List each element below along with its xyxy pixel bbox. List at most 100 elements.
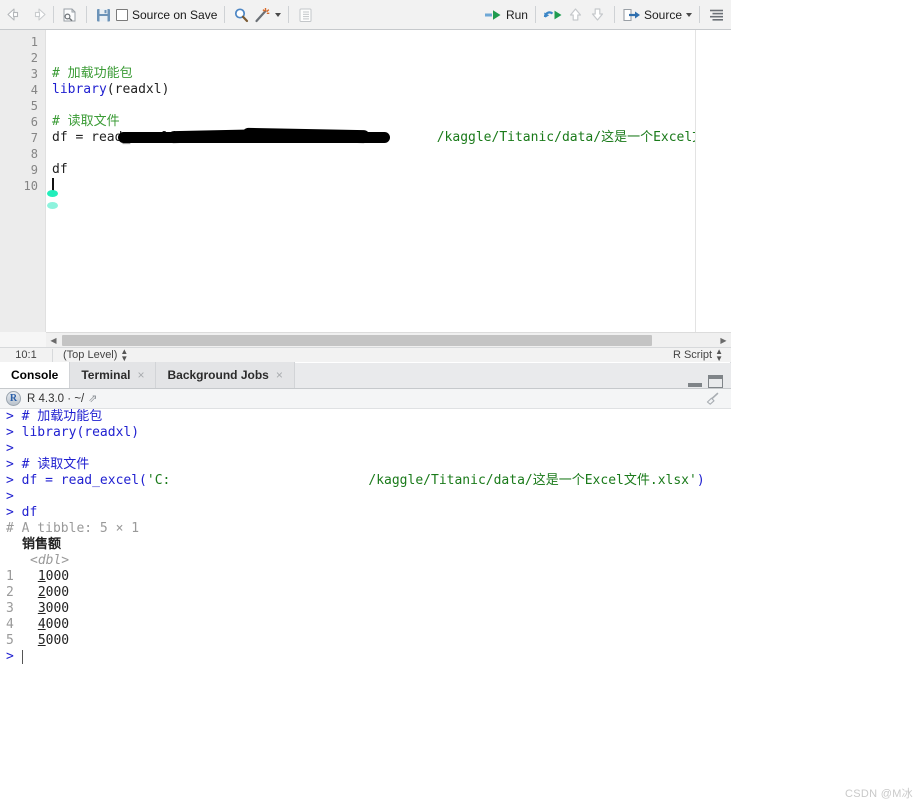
- toolbar-divider: [224, 6, 226, 23]
- broom-clear-console-icon[interactable]: [705, 392, 723, 406]
- save-icon[interactable]: [92, 4, 114, 26]
- editor-horizontal-scrollbar[interactable]: ◀ ▶: [46, 332, 731, 347]
- console-output[interactable]: > # 加载功能包 > library(readxl) > > # 读取文件 >…: [0, 409, 731, 809]
- arrow-down-icon[interactable]: [587, 4, 609, 26]
- source-on-save-checkbox[interactable]: Source on Save: [114, 4, 219, 26]
- checkbox-box: [116, 8, 128, 21]
- tibble-row: 3 3000: [6, 601, 70, 616]
- toolbar-divider: [613, 6, 615, 23]
- tab-terminal[interactable]: Terminal ×: [70, 362, 157, 388]
- console-line: > # 加载功能包: [6, 409, 103, 424]
- tibble-header: # A tibble: 5 × 1: [6, 521, 140, 536]
- back-arrow-icon[interactable]: [4, 4, 26, 26]
- tibble-column-name: 销售额: [22, 537, 62, 552]
- line-number: 3: [30, 67, 38, 81]
- line-number-gutter: 1 2 3 4 5 6 7 8 9 10: [0, 30, 46, 332]
- line-number: 7: [30, 131, 38, 145]
- pane-window-controls: [688, 375, 731, 388]
- r-version-label: R 4.3.0 · ~/: [27, 392, 85, 405]
- source-editor-pane: Source on Save Run Source 1 2 3 4 5 6 7 …: [0, 0, 731, 363]
- toolbar-divider: [699, 6, 700, 23]
- tab-console[interactable]: Console: [0, 362, 71, 388]
- toolbar-divider: [86, 6, 87, 23]
- tibble-column-type: <dbl>: [30, 553, 70, 568]
- scroll-left-icon[interactable]: ◀: [46, 333, 61, 348]
- file-type-label: R Script: [672, 349, 713, 361]
- console-line: >: [6, 441, 14, 456]
- toolbar-divider: [288, 6, 290, 23]
- tibble-row: 1 1000: [6, 569, 70, 584]
- run-label: Run: [505, 7, 528, 22]
- tibble-row: 5 5000: [6, 633, 70, 648]
- search-icon[interactable]: [230, 4, 252, 26]
- code-token-path-end: /kaggle/Titanic/data/这是一个Excel文件.x: [436, 130, 695, 145]
- updown-arrows-icon[interactable]: ▲ ▼: [120, 348, 128, 363]
- console-prompt: >: [6, 649, 14, 664]
- code-token-args: (readxl): [106, 82, 170, 97]
- scope-label: (Top Level): [63, 349, 118, 361]
- new-document-icon[interactable]: [59, 4, 81, 26]
- minimize-icon[interactable]: [688, 377, 702, 387]
- watermark: CSDN @M冰: [845, 788, 913, 800]
- code-line-4: library(readxl): [52, 82, 169, 98]
- code-editor[interactable]: 1 2 3 4 5 6 7 8 9 10 # 加载功能包 library(rea…: [0, 30, 731, 332]
- tab-label: Background Jobs: [167, 368, 269, 382]
- scrollbar-thumb[interactable]: [62, 334, 652, 346]
- console-pane: Console Terminal × Background Jobs × R R…: [0, 362, 731, 809]
- line-number: 5: [30, 99, 38, 113]
- console-line-read-excel: > df = read_excel('C:/kaggle/Titanic/dat…: [6, 473, 705, 488]
- console-line: > library(readxl): [6, 425, 140, 440]
- maximize-icon[interactable]: [708, 375, 723, 388]
- tibble-row: 2 2000: [6, 585, 70, 600]
- arrow-up-icon[interactable]: [565, 4, 587, 26]
- updown-arrows-icon[interactable]: ▲ ▼: [715, 348, 723, 363]
- source-on-save-label: Source on Save: [132, 7, 218, 22]
- editor-right-gutter: [695, 30, 731, 332]
- scroll-right-icon[interactable]: ▶: [716, 333, 731, 348]
- close-icon[interactable]: ×: [137, 368, 144, 382]
- console-line: >: [6, 489, 14, 504]
- source-button[interactable]: Source: [620, 4, 694, 26]
- file-type-selector[interactable]: R Script ▲ ▼: [672, 348, 731, 363]
- autocomplete-marker-icon: [47, 190, 58, 197]
- line-number: 4: [30, 83, 38, 97]
- magic-wand-icon[interactable]: [252, 4, 283, 26]
- code-line-3: # 加载功能包: [52, 66, 133, 81]
- compile-report-icon[interactable]: [294, 4, 316, 26]
- line-number: 8: [30, 147, 38, 161]
- line-number: 2: [30, 51, 38, 65]
- toolbar-divider: [534, 6, 536, 23]
- chevron-down-icon[interactable]: [275, 12, 282, 17]
- editor-toolbar: Source on Save Run Source: [0, 0, 731, 30]
- source-label: Source: [643, 7, 682, 22]
- redaction-mark: [314, 132, 390, 143]
- autocomplete-marker-icon: [47, 202, 58, 209]
- toolbar-divider: [53, 6, 54, 23]
- console-line: > # 读取文件: [6, 457, 90, 472]
- code-line-6: # 读取文件: [52, 114, 120, 129]
- close-icon[interactable]: ×: [276, 368, 283, 382]
- tab-label: Terminal: [81, 368, 131, 382]
- chevron-down-icon[interactable]: [686, 12, 692, 17]
- scope-selector[interactable]: (Top Level) ▲ ▼: [53, 348, 128, 363]
- console-line: > df: [6, 505, 38, 520]
- line-number: 10: [23, 179, 38, 193]
- line-number: 9: [30, 163, 38, 177]
- open-directory-icon[interactable]: ⇗: [88, 392, 97, 405]
- document-outline-icon[interactable]: [705, 4, 727, 26]
- editor-status-bar: 10:1 (Top Level) ▲ ▼ R Script ▲ ▼: [0, 347, 731, 363]
- rerun-icon[interactable]: [541, 4, 565, 26]
- rstudio-window: Source on Save Run Source 1 2 3 4 5 6 7 …: [0, 0, 731, 809]
- code-line-9: df: [52, 162, 68, 177]
- tab-label: Console: [11, 368, 59, 382]
- tibble-row: 4 4000: [6, 617, 70, 632]
- run-button[interactable]: Run: [482, 4, 530, 26]
- code-token-library: library: [52, 82, 107, 97]
- code-text-area[interactable]: # 加载功能包 library(readxl) # 读取文件 df = read…: [46, 30, 695, 332]
- cursor-position: 10:1: [15, 349, 37, 361]
- forward-arrow-icon[interactable]: [26, 4, 48, 26]
- tab-background-jobs[interactable]: Background Jobs ×: [156, 362, 295, 388]
- console-header: R R 4.3.0 · ~/ ⇗: [0, 389, 731, 409]
- console-text-cursor: [22, 650, 23, 664]
- line-number: 1: [30, 35, 38, 49]
